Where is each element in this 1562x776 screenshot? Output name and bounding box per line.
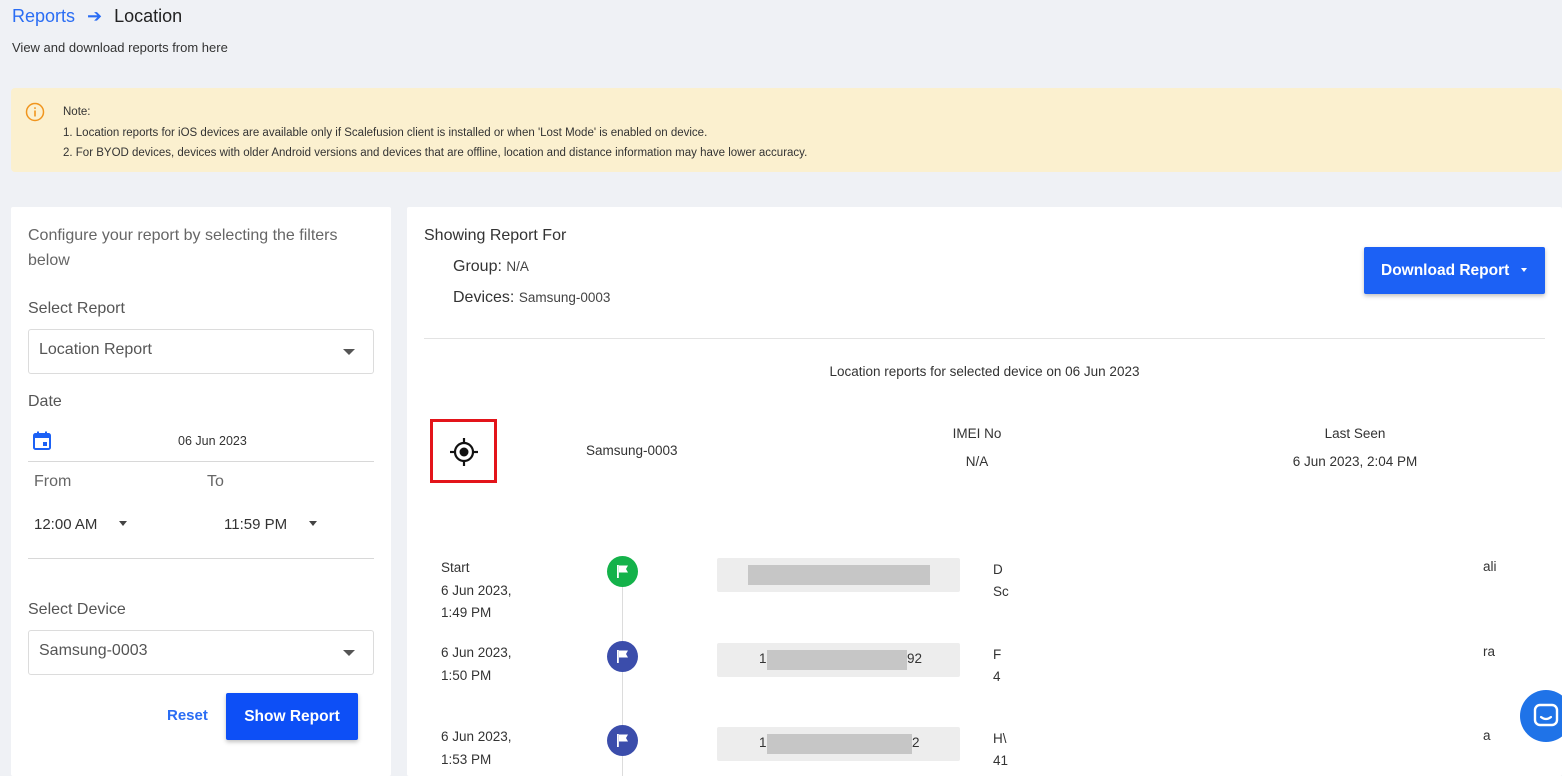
locate-device-button[interactable] bbox=[430, 419, 497, 483]
reset-button[interactable]: Reset bbox=[167, 707, 208, 724]
redacted-coordinates bbox=[767, 734, 912, 754]
flag-icon bbox=[617, 734, 628, 747]
note-line-1: 1. Location reports for iOS devices are … bbox=[63, 126, 708, 139]
timeline-time: 1:53 PM bbox=[441, 751, 492, 767]
group-info: Group: N/A bbox=[453, 258, 529, 276]
note-banner: Note: 1. Location reports for iOS device… bbox=[11, 88, 1562, 172]
imei-value: N/A bbox=[965, 454, 989, 469]
chat-icon bbox=[1533, 703, 1559, 727]
timeline-start-label: Start bbox=[441, 560, 470, 575]
from-label: From bbox=[34, 473, 72, 490]
report-caption: Location reports for selected device on … bbox=[829, 364, 1140, 379]
group-value: N/A bbox=[506, 259, 529, 274]
select-device-dropdown[interactable]: Samsung-0003 bbox=[28, 630, 374, 675]
timeline-date: 6 Jun 2023, bbox=[441, 729, 512, 744]
note-title: Note: bbox=[63, 106, 91, 118]
device-name: Samsung-0003 bbox=[586, 443, 678, 458]
breadcrumb-current: Location bbox=[114, 6, 183, 26]
arrow-right-icon: ➔ bbox=[87, 6, 103, 26]
filter-panel-title: Configure your report by selecting the f… bbox=[28, 227, 338, 269]
devices-value: Samsung-0003 bbox=[518, 290, 611, 305]
timeline-date: 6 Jun 2023, bbox=[441, 582, 512, 598]
chevron-down-icon bbox=[119, 521, 127, 526]
chevron-down-icon bbox=[343, 650, 355, 656]
download-report-button[interactable]: Download Report bbox=[1364, 247, 1545, 294]
date-picker[interactable]: 06 Jun 2023 bbox=[28, 422, 374, 462]
redacted-coordinates bbox=[767, 650, 907, 670]
select-report-dropdown[interactable]: Location Report bbox=[28, 329, 374, 374]
crosshair-icon bbox=[450, 438, 478, 466]
waypoint-flag-marker bbox=[607, 641, 638, 672]
divider bbox=[28, 558, 374, 559]
breadcrumb: Reports ➔ Location bbox=[12, 6, 182, 27]
info-icon bbox=[25, 102, 45, 122]
report-panel: Showing Report For Group: N/A Devices: S… bbox=[407, 207, 1562, 776]
group-label: Group: bbox=[453, 258, 502, 275]
coordinates-box bbox=[717, 558, 960, 592]
select-device-value: Samsung-0003 bbox=[39, 642, 148, 659]
timeline-time: 1:50 PM bbox=[441, 667, 492, 683]
filter-panel: Configure your report by selecting the f… bbox=[11, 207, 391, 776]
date-value: 06 Jun 2023 bbox=[178, 434, 247, 448]
timeline-date: 6 Jun 2023, bbox=[441, 645, 512, 660]
divider bbox=[424, 338, 1545, 339]
showing-report-title: Showing Report For bbox=[424, 227, 567, 244]
address-tail: ali bbox=[1483, 559, 1497, 574]
page-subtitle: View and download reports from here bbox=[12, 40, 228, 55]
calendar-icon bbox=[33, 431, 51, 455]
imei-label: IMEI No bbox=[952, 426, 1002, 441]
coordinates-box: 1 2 bbox=[717, 727, 960, 761]
flag-icon bbox=[617, 565, 628, 578]
show-report-button[interactable]: Show Report bbox=[226, 693, 358, 740]
to-time-value: 11:59 PM bbox=[224, 516, 288, 533]
address-text: H\ 41 bbox=[993, 731, 1009, 768]
address-tail: a bbox=[1483, 728, 1491, 743]
address-text: D Sc bbox=[993, 562, 1009, 599]
note-line-2: 2. For BYOD devices, devices with older … bbox=[63, 147, 808, 159]
select-device-label: Select Device bbox=[28, 601, 126, 618]
to-label: To bbox=[207, 473, 224, 490]
timeline-time: 1:49 PM bbox=[441, 605, 492, 620]
waypoint-flag-marker bbox=[607, 725, 638, 756]
from-time-value: 12:00 AM bbox=[34, 516, 98, 533]
start-flag-marker bbox=[607, 556, 638, 587]
coordinates-box: 1 92 bbox=[717, 643, 960, 677]
address-tail: ra bbox=[1483, 644, 1496, 659]
select-report-value: Location Report bbox=[39, 341, 152, 358]
breadcrumb-reports-link[interactable]: Reports bbox=[12, 6, 75, 27]
address-text: F 4 bbox=[993, 647, 1002, 684]
download-report-label: Download Report bbox=[1381, 261, 1510, 279]
chevron-down-icon bbox=[1521, 268, 1527, 272]
chevron-down-icon bbox=[309, 521, 317, 526]
select-report-label: Select Report bbox=[28, 300, 125, 317]
chevron-down-icon bbox=[343, 349, 355, 355]
redacted-coordinates bbox=[748, 565, 930, 585]
date-label: Date bbox=[28, 393, 62, 410]
last-seen-label: Last Seen bbox=[1324, 426, 1386, 441]
last-seen-value: 6 Jun 2023, 2:04 PM bbox=[1292, 454, 1418, 469]
devices-info: Devices: Samsung-0003 bbox=[453, 289, 610, 307]
flag-icon bbox=[617, 650, 628, 663]
devices-label: Devices: bbox=[453, 289, 515, 306]
